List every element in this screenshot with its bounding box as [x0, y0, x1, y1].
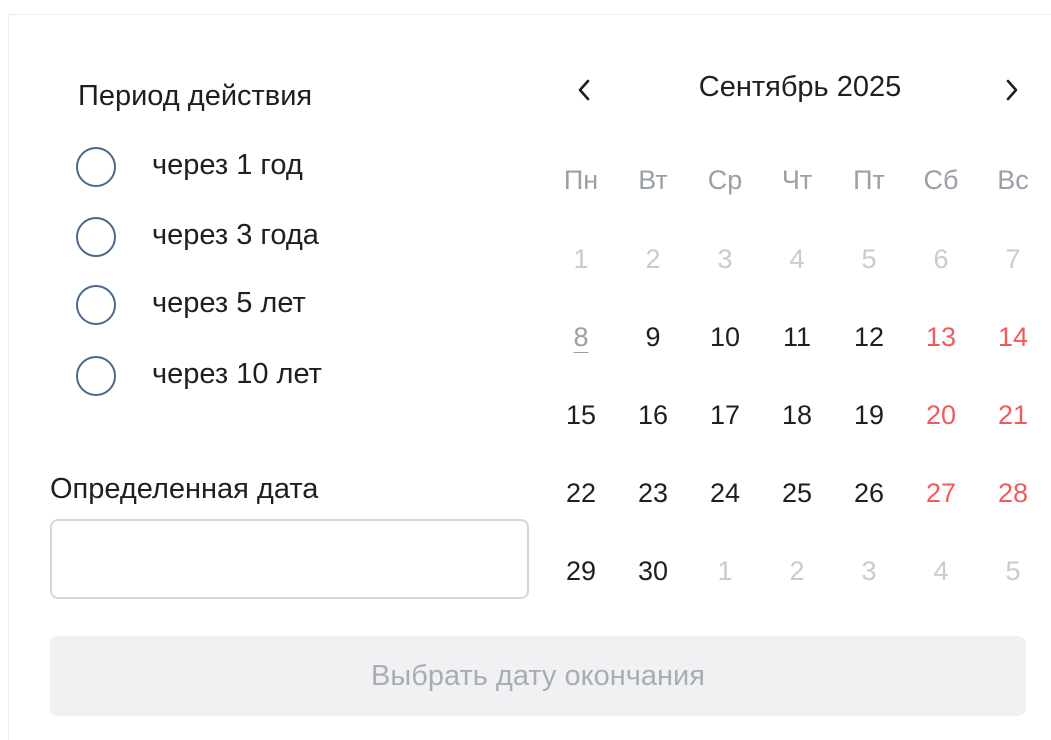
next-month-button[interactable]: [992, 70, 1032, 110]
calendar-day[interactable]: 20: [905, 376, 977, 454]
calendar-day[interactable]: 30: [617, 532, 689, 610]
calendar-grid: Пн Вт Ср Чт Пт Сб Вс 1 2 3 4 5 6 7 8 9 10 11 12 13 14…: [545, 140, 1050, 610]
calendar-week-row: 29 30 1 2 3 4 5: [545, 532, 1050, 610]
calendar-day-outside-month: 2: [645, 244, 661, 274]
prev-month-button[interactable]: [564, 70, 604, 110]
weekday-header: Вс: [997, 165, 1029, 195]
calendar-day[interactable]: 29: [545, 532, 617, 610]
chevron-left-icon: [578, 79, 590, 101]
calendar-month-title: Сентябрь 2025: [698, 71, 902, 103]
calendar-day-outside-month: 5: [1005, 556, 1021, 586]
calendar-day[interactable]: 11: [761, 298, 833, 376]
calendar-day[interactable]: 24: [689, 454, 761, 532]
weekday-header: Чт: [781, 165, 813, 195]
select-end-date-button[interactable]: Выбрать дату окончания: [50, 636, 1026, 716]
weekday-header: Ср: [707, 165, 743, 195]
calendar-week-row: 15 16 17 18 19 20 21: [545, 376, 1050, 454]
calendar-day-outside-month: 4: [933, 556, 949, 586]
radio-button[interactable]: [76, 356, 116, 396]
period-option-5-years[interactable]: через 5 лет: [74, 285, 494, 335]
calendar-day-outside-month: 4: [789, 244, 805, 274]
specific-date-label: Определенная дата: [50, 473, 319, 505]
calendar-day[interactable]: 8: [545, 298, 617, 376]
radio-button[interactable]: [76, 217, 116, 257]
calendar-day[interactable]: 22: [545, 454, 617, 532]
calendar-day[interactable]: 14: [977, 298, 1049, 376]
period-option-1-year[interactable]: через 1 год: [74, 147, 494, 197]
calendar-day[interactable]: 26: [833, 454, 905, 532]
calendar-day-outside-month: 3: [717, 244, 733, 274]
calendar-day[interactable]: 19: [833, 376, 905, 454]
calendar-day[interactable]: 27: [905, 454, 977, 532]
calendar-day-outside-month: 5: [861, 244, 877, 274]
calendar-day-outside-month: 1: [717, 556, 733, 586]
calendar-day[interactable]: 16: [617, 376, 689, 454]
weekday-header: Пн: [563, 165, 599, 195]
period-option-label: через 5 лет: [152, 287, 306, 319]
calendar-day[interactable]: 13: [905, 298, 977, 376]
calendar-weeks: 1 2 3 4 5 6 7 8 9 10 11 12 13 14 15 16 17 18 19 20 21 22 23 24 2…: [545, 220, 1050, 610]
calendar-day[interactable]: 17: [689, 376, 761, 454]
radio-button[interactable]: [76, 285, 116, 325]
calendar-day[interactable]: 9: [617, 298, 689, 376]
calendar-day[interactable]: 21: [977, 376, 1049, 454]
weekday-header: Пт: [853, 165, 885, 195]
calendar-day[interactable]: 18: [761, 376, 833, 454]
calendar-day[interactable]: 10: [689, 298, 761, 376]
weekday-header: Сб: [923, 165, 959, 195]
calendar-week-row: 1 2 3 4 5 6 7: [545, 220, 1050, 298]
specific-date-input[interactable]: [50, 519, 529, 599]
period-option-label: через 10 лет: [152, 358, 322, 390]
weekday-header-row: Пн Вт Ср Чт Пт Сб Вс: [545, 140, 1050, 220]
period-option-3-years[interactable]: через 3 года: [74, 217, 494, 267]
period-option-label: через 3 года: [152, 219, 319, 251]
calendar-day-outside-month: 3: [861, 556, 877, 586]
chevron-right-icon: [1006, 79, 1018, 101]
calendar-day-outside-month: 6: [933, 244, 949, 274]
period-option-10-years[interactable]: через 10 лет: [74, 356, 494, 406]
calendar-day[interactable]: 28: [977, 454, 1049, 532]
period-title: Период действия: [78, 80, 313, 112]
calendar-day[interactable]: 23: [617, 454, 689, 532]
calendar-week-row: 22 23 24 25 26 27 28: [545, 454, 1050, 532]
calendar-day-outside-month: 1: [573, 244, 589, 274]
calendar-day-outside-month: 7: [1005, 244, 1021, 274]
calendar-day[interactable]: 12: [833, 298, 905, 376]
calendar-week-row: 8 9 10 11 12 13 14: [545, 298, 1050, 376]
calendar-day-outside-month: 2: [789, 556, 805, 586]
calendar-day[interactable]: 25: [761, 454, 833, 532]
weekday-header: Вт: [638, 165, 668, 195]
period-option-label: через 1 год: [152, 149, 303, 181]
radio-button[interactable]: [76, 147, 116, 187]
calendar-day[interactable]: 15: [545, 376, 617, 454]
